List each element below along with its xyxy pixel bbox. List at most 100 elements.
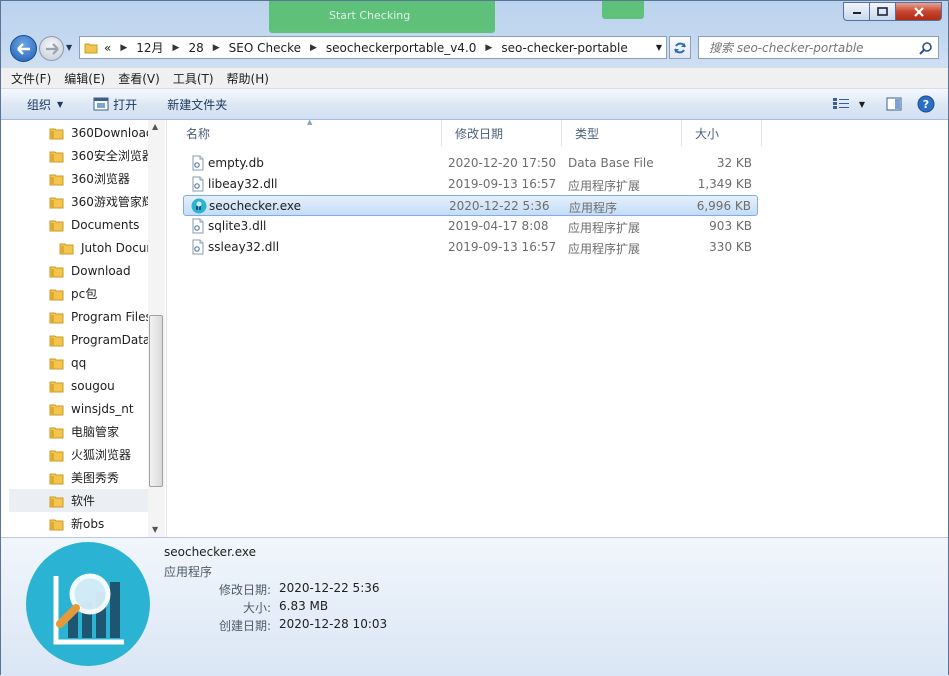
- breadcrumb-item[interactable]: 28: [188, 41, 203, 55]
- view-controls: ▼ ?: [824, 93, 938, 115]
- address-history-dropdown[interactable]: ▼: [656, 43, 662, 52]
- search-box[interactable]: [698, 36, 939, 59]
- breadcrumb-item[interactable]: seo-checker-portable: [501, 41, 627, 55]
- column-header-size[interactable]: 大小: [682, 120, 762, 146]
- nav-tree-label: Documents: [71, 217, 140, 232]
- nav-tree-item[interactable]: Jutoh Docur: [9, 236, 151, 259]
- nav-tree-item[interactable]: Documents: [9, 213, 149, 236]
- minimize-icon: [852, 11, 861, 14]
- nav-tree-item[interactable]: 软件: [9, 489, 151, 512]
- column-name-label: 名称: [186, 126, 211, 141]
- nav-tree-item[interactable]: winsjds_nt: [9, 397, 149, 420]
- folder-icon: [49, 128, 64, 139]
- nav-tree-item[interactable]: ProgramData: [9, 328, 150, 351]
- nav-tree-item[interactable]: pc包: [9, 282, 149, 305]
- breadcrumb-item[interactable]: SEO Checke: [229, 41, 301, 55]
- nav-tree-item[interactable]: Download: [9, 259, 149, 282]
- breadcrumb-separator-icon[interactable]: ▶: [120, 43, 127, 53]
- file-row[interactable]: seochecker.exe 2020-12-22 5:36 应用程序 6,996 K…: [183, 195, 758, 216]
- breadcrumb-separator-icon[interactable]: ▶: [173, 43, 180, 53]
- nav-tree-item[interactable]: 电脑管家: [9, 420, 149, 443]
- folder-icon: [49, 381, 64, 392]
- recent-pages-dropdown[interactable]: ▼: [66, 43, 72, 52]
- nav-tree-item[interactable]: 360浏览器: [9, 167, 149, 190]
- search-input[interactable]: [707, 39, 907, 56]
- file-name: empty.db: [208, 156, 264, 170]
- new-folder-button[interactable]: 新建文件夹: [159, 92, 235, 116]
- folder-icon: [49, 496, 64, 507]
- menu-file[interactable]: 文件(F): [11, 70, 51, 87]
- file-date: 2019-09-13 16:57: [448, 177, 557, 191]
- nav-tree-item[interactable]: 新obs: [9, 512, 149, 535]
- file-type: 应用程序扩展: [568, 179, 641, 193]
- scrollbar-thumb[interactable]: [149, 315, 163, 487]
- breadcrumb-overflow[interactable]: «: [104, 41, 111, 55]
- menu-help[interactable]: 帮助(H): [227, 70, 269, 87]
- command-bar: 组织 ▼ 打开 新建文件夹 ▼ ?: [1, 89, 948, 120]
- change-view-button[interactable]: ▼: [832, 93, 866, 115]
- menu-edit[interactable]: 编辑(E): [64, 70, 105, 87]
- preview-pane-button[interactable]: [882, 93, 906, 115]
- folder-icon: [49, 335, 64, 346]
- minimize-button[interactable]: [843, 2, 870, 21]
- nav-tree-item[interactable]: 美图秀秀: [9, 466, 149, 489]
- nav-tree-item[interactable]: 360游戏管家辉: [9, 190, 154, 213]
- nav-tree-item[interactable]: 火狐浏览器: [9, 443, 149, 466]
- file-size: 32 KB: [716, 156, 752, 170]
- column-header-name[interactable]: 名称 ▲: [173, 118, 442, 146]
- nav-tree-item[interactable]: qq: [9, 351, 149, 374]
- close-icon: [913, 6, 924, 17]
- file-name: ssleay32.dll: [208, 240, 280, 254]
- folder-icon: [49, 197, 64, 208]
- column-type-label: 类型: [575, 126, 600, 141]
- background-app-toggle: [602, 1, 644, 19]
- help-button[interactable]: ?: [914, 93, 938, 115]
- back-button[interactable]: [10, 35, 37, 62]
- nav-tree-item[interactable]: sougou: [9, 374, 149, 397]
- breadcrumb-separator-icon[interactable]: ▶: [213, 43, 220, 53]
- address-bar[interactable]: « ▶ 12月 ▶ 28 ▶ SEO Checke ▶ seocheckerpo…: [79, 36, 667, 59]
- title-bar: Start Checking: [1, 1, 831, 33]
- refresh-button[interactable]: [669, 36, 691, 59]
- file-row[interactable]: libeay32.dll 2019-09-13 16:57 应用程序扩展 1,349 …: [183, 174, 758, 195]
- file-type: Data Base File: [568, 156, 654, 170]
- menu-tools[interactable]: 工具(T): [173, 70, 214, 87]
- search-icon[interactable]: [919, 41, 933, 55]
- folder-icon: [49, 174, 64, 185]
- scroll-down-icon[interactable]: ▼: [152, 525, 158, 534]
- file-row[interactable]: empty.db 2020-12-20 17:50 Data Base File 32…: [183, 153, 758, 174]
- view-dropdown-icon[interactable]: ▼: [859, 100, 865, 109]
- file-name: libeay32.dll: [208, 177, 278, 191]
- seochecker-app-icon: [26, 542, 150, 666]
- open-app-icon: [93, 97, 109, 111]
- forward-button[interactable]: [39, 36, 64, 61]
- nav-tree-item[interactable]: 360安全浏览器: [9, 144, 154, 167]
- file-icon: [192, 176, 204, 192]
- seochecker-app-icon: [191, 198, 207, 214]
- file-row[interactable]: sqlite3.dll 2019-04-17 8:08 应用程序扩展 903 KB: [183, 216, 758, 237]
- preview-pane-icon: [886, 97, 902, 111]
- new-folder-label: 新建文件夹: [167, 97, 228, 112]
- folder-icon: [49, 519, 64, 530]
- navigation-scrollbar[interactable]: ▲ ▼: [148, 120, 165, 537]
- breadcrumb-item[interactable]: seocheckerportable_v4.0: [326, 41, 476, 55]
- nav-tree-label: Download: [71, 263, 131, 278]
- breadcrumb-item[interactable]: 12月: [136, 39, 163, 56]
- scroll-up-icon[interactable]: ▲: [152, 122, 158, 131]
- close-button[interactable]: [896, 2, 942, 21]
- organize-button[interactable]: 组织 ▼: [19, 92, 71, 116]
- breadcrumb-separator-icon[interactable]: ▶: [310, 43, 317, 53]
- open-button[interactable]: 打开: [85, 92, 145, 116]
- maximize-button[interactable]: [870, 2, 896, 21]
- column-header-date[interactable]: 修改日期: [442, 120, 562, 146]
- folder-icon: [49, 312, 64, 323]
- nav-tree-item[interactable]: Program Files: [9, 305, 152, 328]
- breadcrumb-separator-icon[interactable]: ▶: [485, 43, 492, 53]
- nav-tree-label: 电脑管家: [71, 425, 120, 439]
- menu-view[interactable]: 查看(V): [118, 70, 160, 87]
- file-row[interactable]: ssleay32.dll 2019-09-13 16:57 应用程序扩展 330 KB: [183, 237, 758, 258]
- modified-date-value: 2020-12-22 5:36: [279, 581, 380, 595]
- background-app-start-button-label: Start Checking: [329, 9, 411, 22]
- nav-tree-item[interactable]: 360Download: [9, 121, 154, 144]
- column-header-type[interactable]: 类型: [562, 120, 682, 146]
